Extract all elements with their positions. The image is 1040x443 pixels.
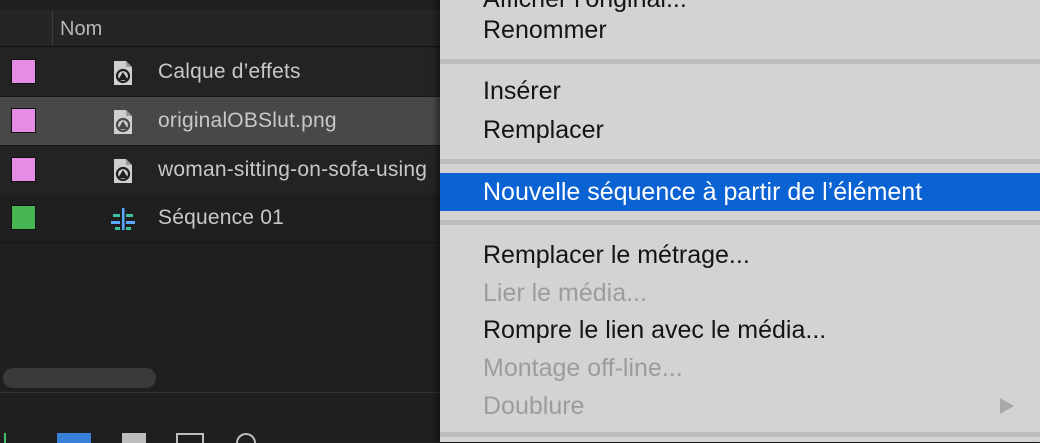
label-color-swatch[interactable] [11, 205, 36, 230]
item-name: Séquence 01 [158, 206, 284, 229]
item-name: woman-sitting-on-sofa-using [158, 158, 428, 181]
menu-item-new-sequence-from-clip[interactable]: Nouvelle séquence à partir de l’élément [440, 173, 1040, 211]
menu-separator [440, 432, 1040, 437]
column-name-label[interactable]: Nom [60, 18, 102, 41]
list-item-sequence-01[interactable]: Séquence 01 [0, 194, 440, 243]
menu-item-make-offline[interactable]: Rompre le lien avec le média... [440, 311, 1040, 349]
sequence-icon [111, 208, 135, 230]
list-item-calque-effets[interactable]: Calque d’effets [0, 48, 440, 97]
menu-separator [440, 159, 1040, 164]
menu-item-label: Insérer [483, 77, 561, 105]
menu-item-edit-offline: Montage off-line... [440, 349, 1040, 387]
label-color-swatch[interactable] [11, 157, 36, 182]
panel-bottom-toolbar [0, 392, 440, 443]
menu-item-label: Renommer [483, 16, 607, 44]
menu-item-label: Montage off-line... [483, 354, 683, 382]
file-icon [114, 110, 132, 134]
menu-separator [440, 59, 1040, 64]
menu-item-link-media: Lier le média... [440, 274, 1040, 312]
menu-item-proxy: Doublure [440, 387, 1040, 425]
submenu-arrow-icon [1000, 398, 1014, 414]
menu-item-label: Doublure [483, 392, 585, 420]
menu-item-label: Remplacer [483, 116, 604, 144]
horizontal-scrollbar[interactable] [3, 368, 156, 388]
label-color-swatch[interactable] [11, 108, 36, 133]
column-header[interactable]: Nom [0, 10, 440, 47]
menu-separator [440, 220, 1040, 225]
list-item-originalobslut[interactable]: originalOBSlut.png [0, 97, 440, 146]
file-icon [114, 159, 132, 183]
menu-item-rename[interactable]: Renommer [440, 11, 1040, 49]
menu-item-label: Lier le média... [483, 279, 647, 307]
menu-item-insert[interactable]: Insérer [440, 72, 1040, 110]
file-icon [114, 61, 132, 85]
column-divider[interactable] [52, 10, 53, 46]
project-panel: Nom Calque d’effets originalOBSlut.png w… [0, 0, 440, 443]
context-menu: Afficher l’original... Renommer Insérer … [440, 0, 1040, 442]
menu-item-label: Rompre le lien avec le média... [483, 316, 827, 344]
label-color-swatch[interactable] [11, 59, 36, 84]
item-name: Calque d’effets [158, 60, 301, 83]
item-name: originalOBSlut.png [158, 109, 337, 132]
menu-item-label: Remplacer le métrage... [483, 241, 750, 269]
menu-item-replace-footage[interactable]: Remplacer le métrage... [440, 236, 1040, 274]
menu-item-replace[interactable]: Remplacer [440, 111, 1040, 149]
list-item-woman-sitting[interactable]: woman-sitting-on-sofa-using [0, 146, 440, 195]
menu-item-label: Nouvelle séquence à partir de l’élément [483, 178, 923, 206]
